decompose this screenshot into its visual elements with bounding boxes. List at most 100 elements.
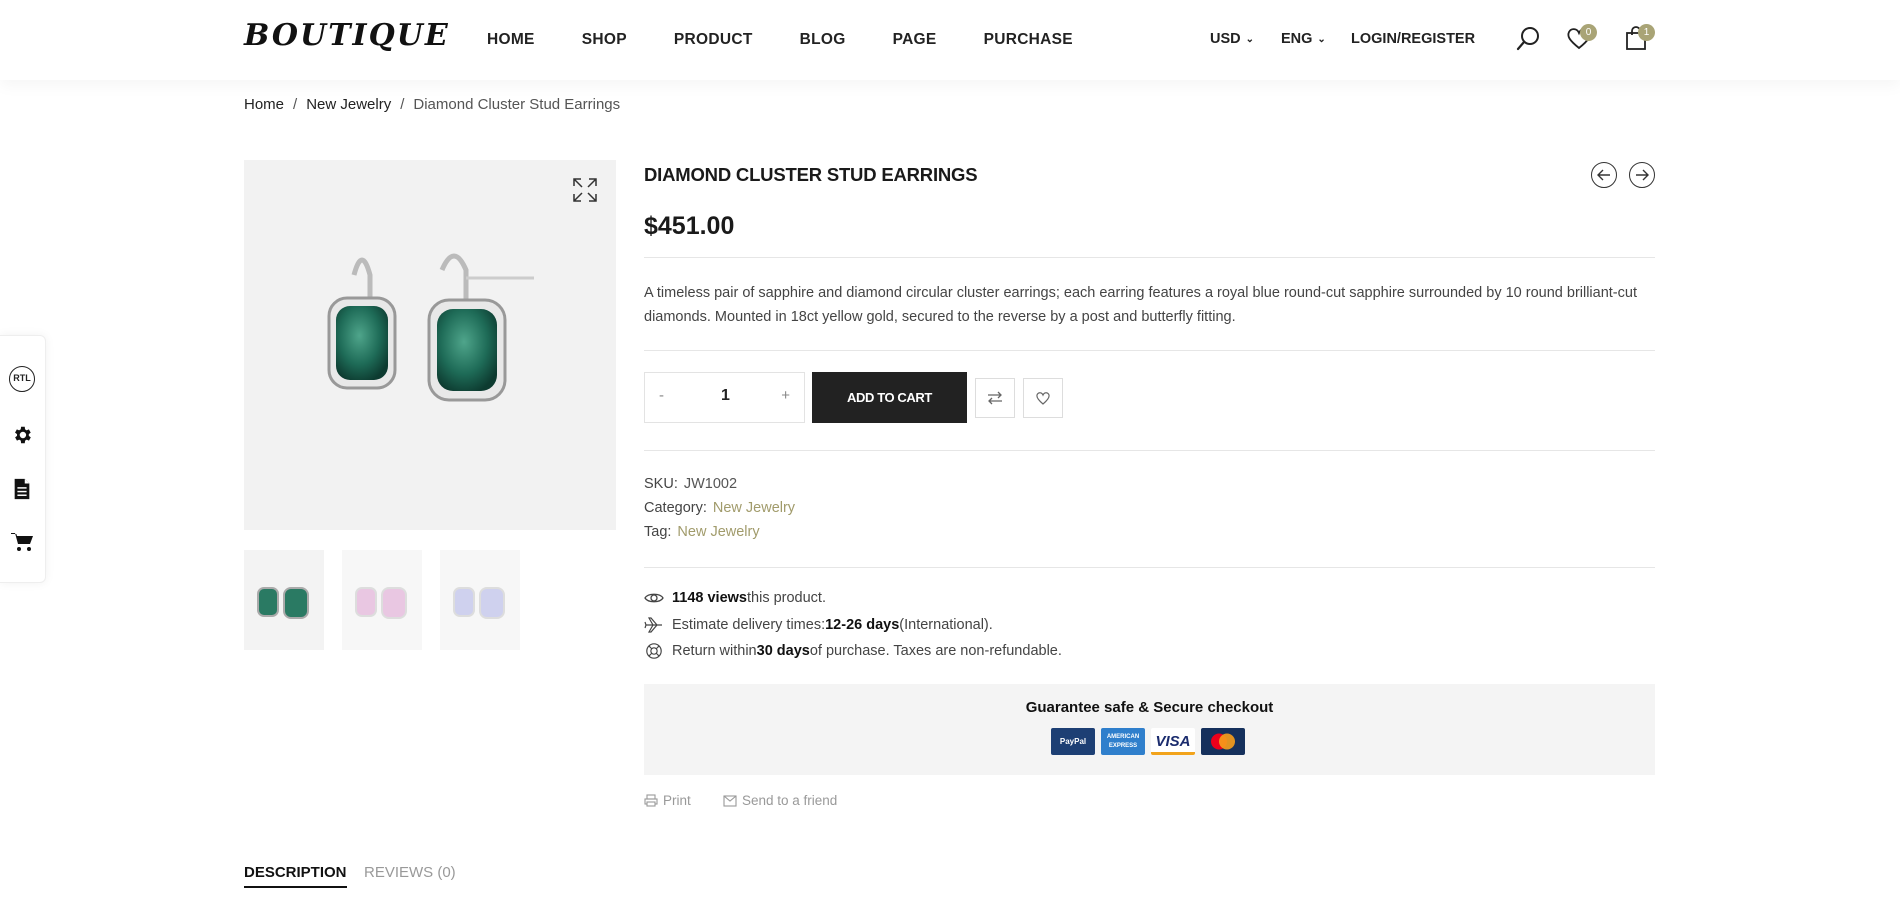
send-to-friend-label: Send to a friend <box>742 793 838 808</box>
send-to-friend-link[interactable]: Send to a friend <box>723 793 837 808</box>
thumbnail-pink[interactable] <box>342 550 422 650</box>
breadcrumb-current: Diamond Cluster Stud Earrings <box>413 96 621 113</box>
prev-product-button[interactable] <box>1591 162 1617 188</box>
breadcrumb: Home / New Jewelry / Diamond Cluster Stud Ea… <box>244 96 620 113</box>
chevron-down-icon: ⌄ <box>1317 34 1326 45</box>
wishlist-button[interactable]: 0 <box>1565 24 1597 52</box>
add-to-cart-button[interactable]: ADD TO CART <box>812 372 967 423</box>
breadcrumb-separator: / <box>400 96 405 113</box>
airplane-icon <box>644 617 662 633</box>
site-header: BOUTIQUE HOME SHOP PRODUCT BLOG PAGE PUR… <box>0 0 1900 80</box>
product-price: $451.00 <box>644 212 735 240</box>
divider <box>644 350 1655 351</box>
cart-icon <box>11 533 33 551</box>
tab-description[interactable]: DESCRIPTION <box>244 864 347 888</box>
amex-logo: AMERICAN EXPRESS <box>1101 728 1145 755</box>
sku-label: SKU: <box>644 476 678 492</box>
tab-reviews[interactable]: REVIEWS (0) <box>364 864 456 881</box>
sku-value: JW1002 <box>683 476 738 492</box>
documentation-button[interactable] <box>9 476 35 502</box>
lifebuoy-icon <box>646 643 662 659</box>
breadcrumb-separator: / <box>293 96 298 113</box>
views-count: 1148 views <box>672 590 747 606</box>
chevron-down-icon: ⌄ <box>1245 34 1255 45</box>
thumbnail-lavender[interactable] <box>440 550 520 650</box>
eye-icon <box>644 593 664 603</box>
expand-icon[interactable] <box>571 176 599 204</box>
visa-logo: VISA <box>1151 728 1195 755</box>
cart-count-badge: 1 <box>1638 24 1655 41</box>
product-main-image[interactable] <box>244 160 616 530</box>
secure-checkout-title: Guarantee safe & Secure checkout <box>1025 699 1274 716</box>
cart-button[interactable]: 1 <box>1622 24 1655 52</box>
tag-label: Tag: <box>644 524 672 540</box>
print-link[interactable]: Print <box>644 793 691 808</box>
breadcrumb-home[interactable]: Home <box>244 96 284 113</box>
paypal-logo: PayPal <box>1051 728 1095 755</box>
rtl-icon: RTL <box>9 366 35 392</box>
search-icon[interactable] <box>1515 24 1543 52</box>
gear-icon <box>15 426 31 444</box>
delivery-info: Estimate delivery times: 12-26 days (Int… <box>644 616 993 634</box>
quantity-increase-button[interactable]: + <box>781 387 790 404</box>
views-suffix: this product. <box>747 590 826 606</box>
earrings-thumbnail <box>453 587 505 619</box>
language-label: ENG <box>1281 31 1313 47</box>
nav-purchase[interactable]: PURCHASE <box>984 31 1073 49</box>
heart-icon <box>1036 392 1050 405</box>
rtl-toggle[interactable]: RTL <box>9 366 35 392</box>
site-logo[interactable]: BOUTIQUE <box>244 18 450 53</box>
nav-shop[interactable]: SHOP <box>582 31 627 49</box>
print-label: Print <box>663 793 691 808</box>
return-prefix: Return within <box>672 643 757 659</box>
document-icon <box>14 478 30 500</box>
delivery-suffix: (International). <box>899 617 993 633</box>
language-select[interactable]: ENG ⌄ <box>1281 31 1326 47</box>
settings-button[interactable] <box>9 422 35 448</box>
product-title: DIAMOND CLUSTER STUD EARRINGS <box>644 164 978 185</box>
printer-icon <box>644 794 658 807</box>
mastercard-icon <box>1211 733 1235 750</box>
wishlist-count-badge: 0 <box>1580 24 1597 41</box>
return-suffix: of purchase. Taxes are non-refundable. <box>809 643 1062 659</box>
nav-product[interactable]: PRODUCT <box>674 31 753 49</box>
mastercard-logo <box>1201 728 1245 755</box>
add-to-wishlist-button[interactable] <box>1023 378 1063 418</box>
tag-row: Tag: New Jewelry <box>644 524 760 540</box>
arrow-right-icon <box>1636 169 1649 181</box>
tag-link[interactable]: New Jewelry <box>677 524 759 540</box>
login-register-link[interactable]: LOGIN/REGISTER <box>1351 31 1475 47</box>
envelope-icon <box>723 794 737 807</box>
main-nav: HOME SHOP PRODUCT BLOG PAGE PURCHASE <box>487 31 1120 49</box>
category-row: Category: New Jewelry <box>644 500 795 516</box>
nav-blog[interactable]: BLOG <box>800 31 846 49</box>
divider <box>644 567 1655 568</box>
nav-home[interactable]: HOME <box>487 31 535 49</box>
breadcrumb-category[interactable]: New Jewelry <box>306 96 391 113</box>
views-info: 1148 views this product. <box>644 590 826 606</box>
arrow-left-icon <box>1597 169 1610 181</box>
compare-icon <box>988 391 1002 405</box>
thumbnail-green[interactable] <box>244 550 324 650</box>
earrings-thumbnail <box>355 587 407 619</box>
delivery-prefix: Estimate delivery times: <box>672 617 826 633</box>
divider <box>644 450 1655 451</box>
currency-label: USD <box>1210 31 1241 47</box>
compare-button[interactable] <box>975 378 1015 418</box>
purchase-button[interactable] <box>9 529 35 555</box>
currency-select[interactable]: USD ⌄ <box>1210 31 1254 47</box>
quantity-decrease-button[interactable]: - <box>659 387 664 404</box>
earrings-image <box>327 253 534 402</box>
secure-checkout-box: Guarantee safe & Secure checkout PayPal … <box>644 684 1655 775</box>
product-description: A timeless pair of sapphire and diamond … <box>644 285 1637 325</box>
next-product-button[interactable] <box>1629 162 1655 188</box>
quantity-stepper: 1 - + <box>644 372 805 423</box>
nav-page[interactable]: PAGE <box>893 31 937 49</box>
side-toolbar: RTL <box>0 335 46 583</box>
delivery-days: 12-26 days <box>825 617 900 633</box>
category-label: Category: <box>644 500 707 516</box>
sku-row: SKU: JW1002 <box>644 476 737 492</box>
return-days: 30 days <box>756 643 810 659</box>
earrings-thumbnail <box>257 587 309 619</box>
category-link[interactable]: New Jewelry <box>713 500 795 516</box>
